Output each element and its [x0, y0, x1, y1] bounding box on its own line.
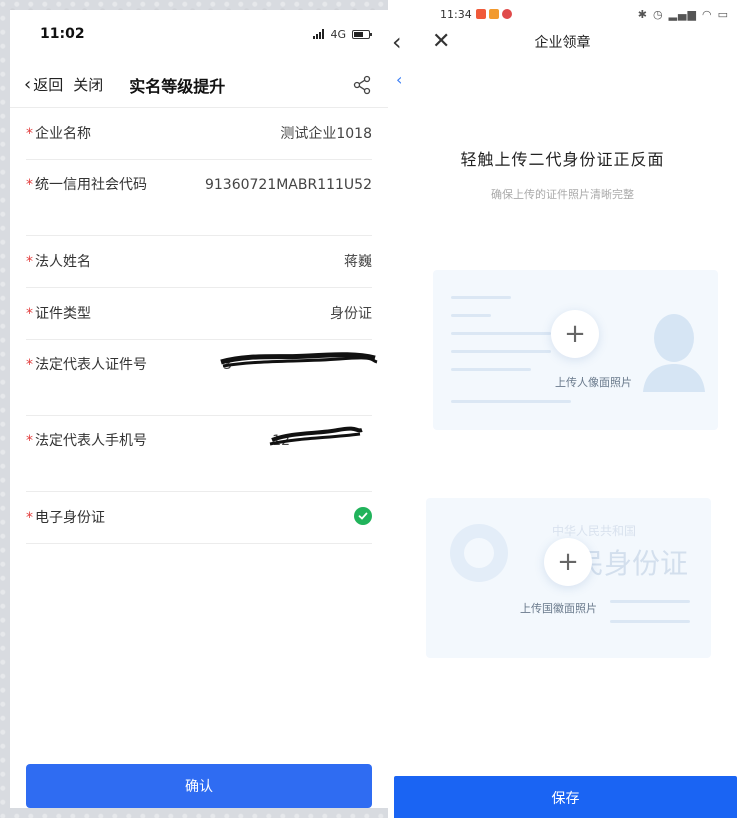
required-mark: *	[26, 509, 33, 526]
form-row-e-id: * 电子身份证	[26, 492, 372, 544]
form-row-id-type: * 证件类型 身份证	[26, 288, 372, 340]
field-value: 测试企业1018	[280, 125, 372, 142]
add-front-photo-icon[interactable]: +	[551, 310, 599, 358]
signal-icon	[313, 29, 325, 39]
field-value-redacted: 12	[156, 426, 372, 452]
front-caption: 上传人像面照片	[555, 376, 632, 389]
status-icons: ✱ ◷ ▂▄▆ ◠ ▭	[638, 8, 729, 21]
nav-bar: ‹ ✕ 企业领章	[388, 26, 737, 58]
field-label: 证件类型	[35, 305, 91, 322]
notification-icon	[501, 9, 512, 19]
form-row-id-number: * 法定代表人证件号 3	[26, 340, 378, 416]
back-big-text: 民身份证	[576, 547, 689, 580]
redaction-scribble	[269, 426, 363, 446]
alarm-icon: ◷	[652, 7, 664, 21]
upload-title: 轻触上传二代身份证正反面	[460, 150, 665, 169]
back-heading: 中华人民共和国	[552, 524, 637, 538]
notification-icon	[488, 9, 499, 19]
status-time: 11:34	[440, 7, 472, 21]
share-icon[interactable]	[352, 75, 372, 95]
back-label: 返回	[33, 76, 64, 94]
add-back-photo-icon[interactable]: +	[544, 538, 592, 586]
right-screen: 11:34 ✱ ◷ ▂▄▆ ◠ ▭ ‹ ✕ 企业领章 ‹ 轻触上传二代身份证正反…	[388, 0, 737, 818]
upload-subtitle: 确保上传的证件照片清晰完整	[491, 188, 634, 201]
sub-back-icon[interactable]: ‹	[396, 70, 402, 89]
check-circle-icon	[354, 506, 372, 525]
redaction-scribble	[220, 352, 378, 368]
back-button[interactable]: ‹ 返回	[24, 74, 63, 95]
page-title: 实名等级提升	[129, 76, 226, 96]
field-value: 身份证	[330, 305, 372, 322]
notification-icon	[475, 9, 486, 19]
network-label: 4G	[330, 27, 346, 41]
status-bar: 11:02 4G	[10, 10, 388, 58]
close-button[interactable]: 关闭	[73, 74, 103, 95]
battery-icon	[352, 29, 372, 39]
field-label: 企业名称	[35, 125, 91, 142]
field-label: 法定代表人手机号	[35, 433, 147, 449]
confirm-button[interactable]: 确认	[26, 764, 372, 808]
national-emblem-icon	[450, 524, 508, 582]
required-mark: *	[26, 357, 33, 373]
info-form: * 企业名称 测试企业1018 * 统一信用社会代码 91360721MABR111…	[10, 108, 388, 544]
required-mark: *	[26, 177, 33, 193]
left-screen: 11:02 4G ‹ 返回 关闭 实名等级提升 * 企业名称 测试企业1018 *…	[10, 10, 388, 808]
upload-front-card[interactable]: + 上传人像面照片	[433, 270, 718, 430]
field-value: 蒋巍	[344, 253, 372, 270]
field-value: 91360721MABR111U52	[204, 177, 372, 193]
required-mark: *	[26, 305, 33, 322]
nav-bar: ‹ 返回 关闭 实名等级提升	[10, 62, 388, 108]
back-caption: 上传国徽面照片	[520, 602, 597, 615]
required-mark: *	[26, 253, 33, 270]
field-label: 电子身份证	[35, 509, 105, 526]
status-bar: 11:34 ✱ ◷ ▂▄▆ ◠ ▭	[388, 0, 737, 28]
portrait-silhouette-icon	[643, 314, 705, 392]
required-mark: *	[26, 125, 33, 142]
save-button[interactable]: 保存	[394, 776, 737, 818]
battery-icon: ▭	[717, 7, 729, 21]
required-mark: *	[26, 433, 33, 449]
form-row-phone: * 法定代表人手机号 12	[26, 416, 372, 492]
field-label: 法定代表人证件号	[35, 357, 147, 373]
field-label: 法人姓名	[35, 253, 91, 270]
form-row-company-name: * 企业名称 测试企业1018	[26, 108, 372, 160]
field-value-redacted: 3	[156, 352, 378, 376]
status-icons: 4G	[313, 27, 372, 41]
close-icon[interactable]: ✕	[432, 28, 450, 56]
bluetooth-icon: ✱	[637, 7, 648, 21]
form-row-legal-name: * 法人姓名 蒋巍	[26, 236, 372, 288]
wifi-icon: ◠	[701, 7, 713, 21]
upload-back-card[interactable]: 中华人民共和国 民身份证 + 上传国徽面照片	[426, 498, 711, 658]
field-label: 统一信用社会代码	[35, 177, 147, 193]
form-row-credit-code: * 统一信用社会代码 91360721MABR111U52	[26, 160, 372, 236]
back-icon[interactable]: ‹	[392, 28, 402, 56]
chevron-left-icon: ‹	[24, 73, 32, 95]
status-time: 11:02	[40, 26, 85, 42]
signal-icon: ▂▄▆	[668, 7, 697, 21]
